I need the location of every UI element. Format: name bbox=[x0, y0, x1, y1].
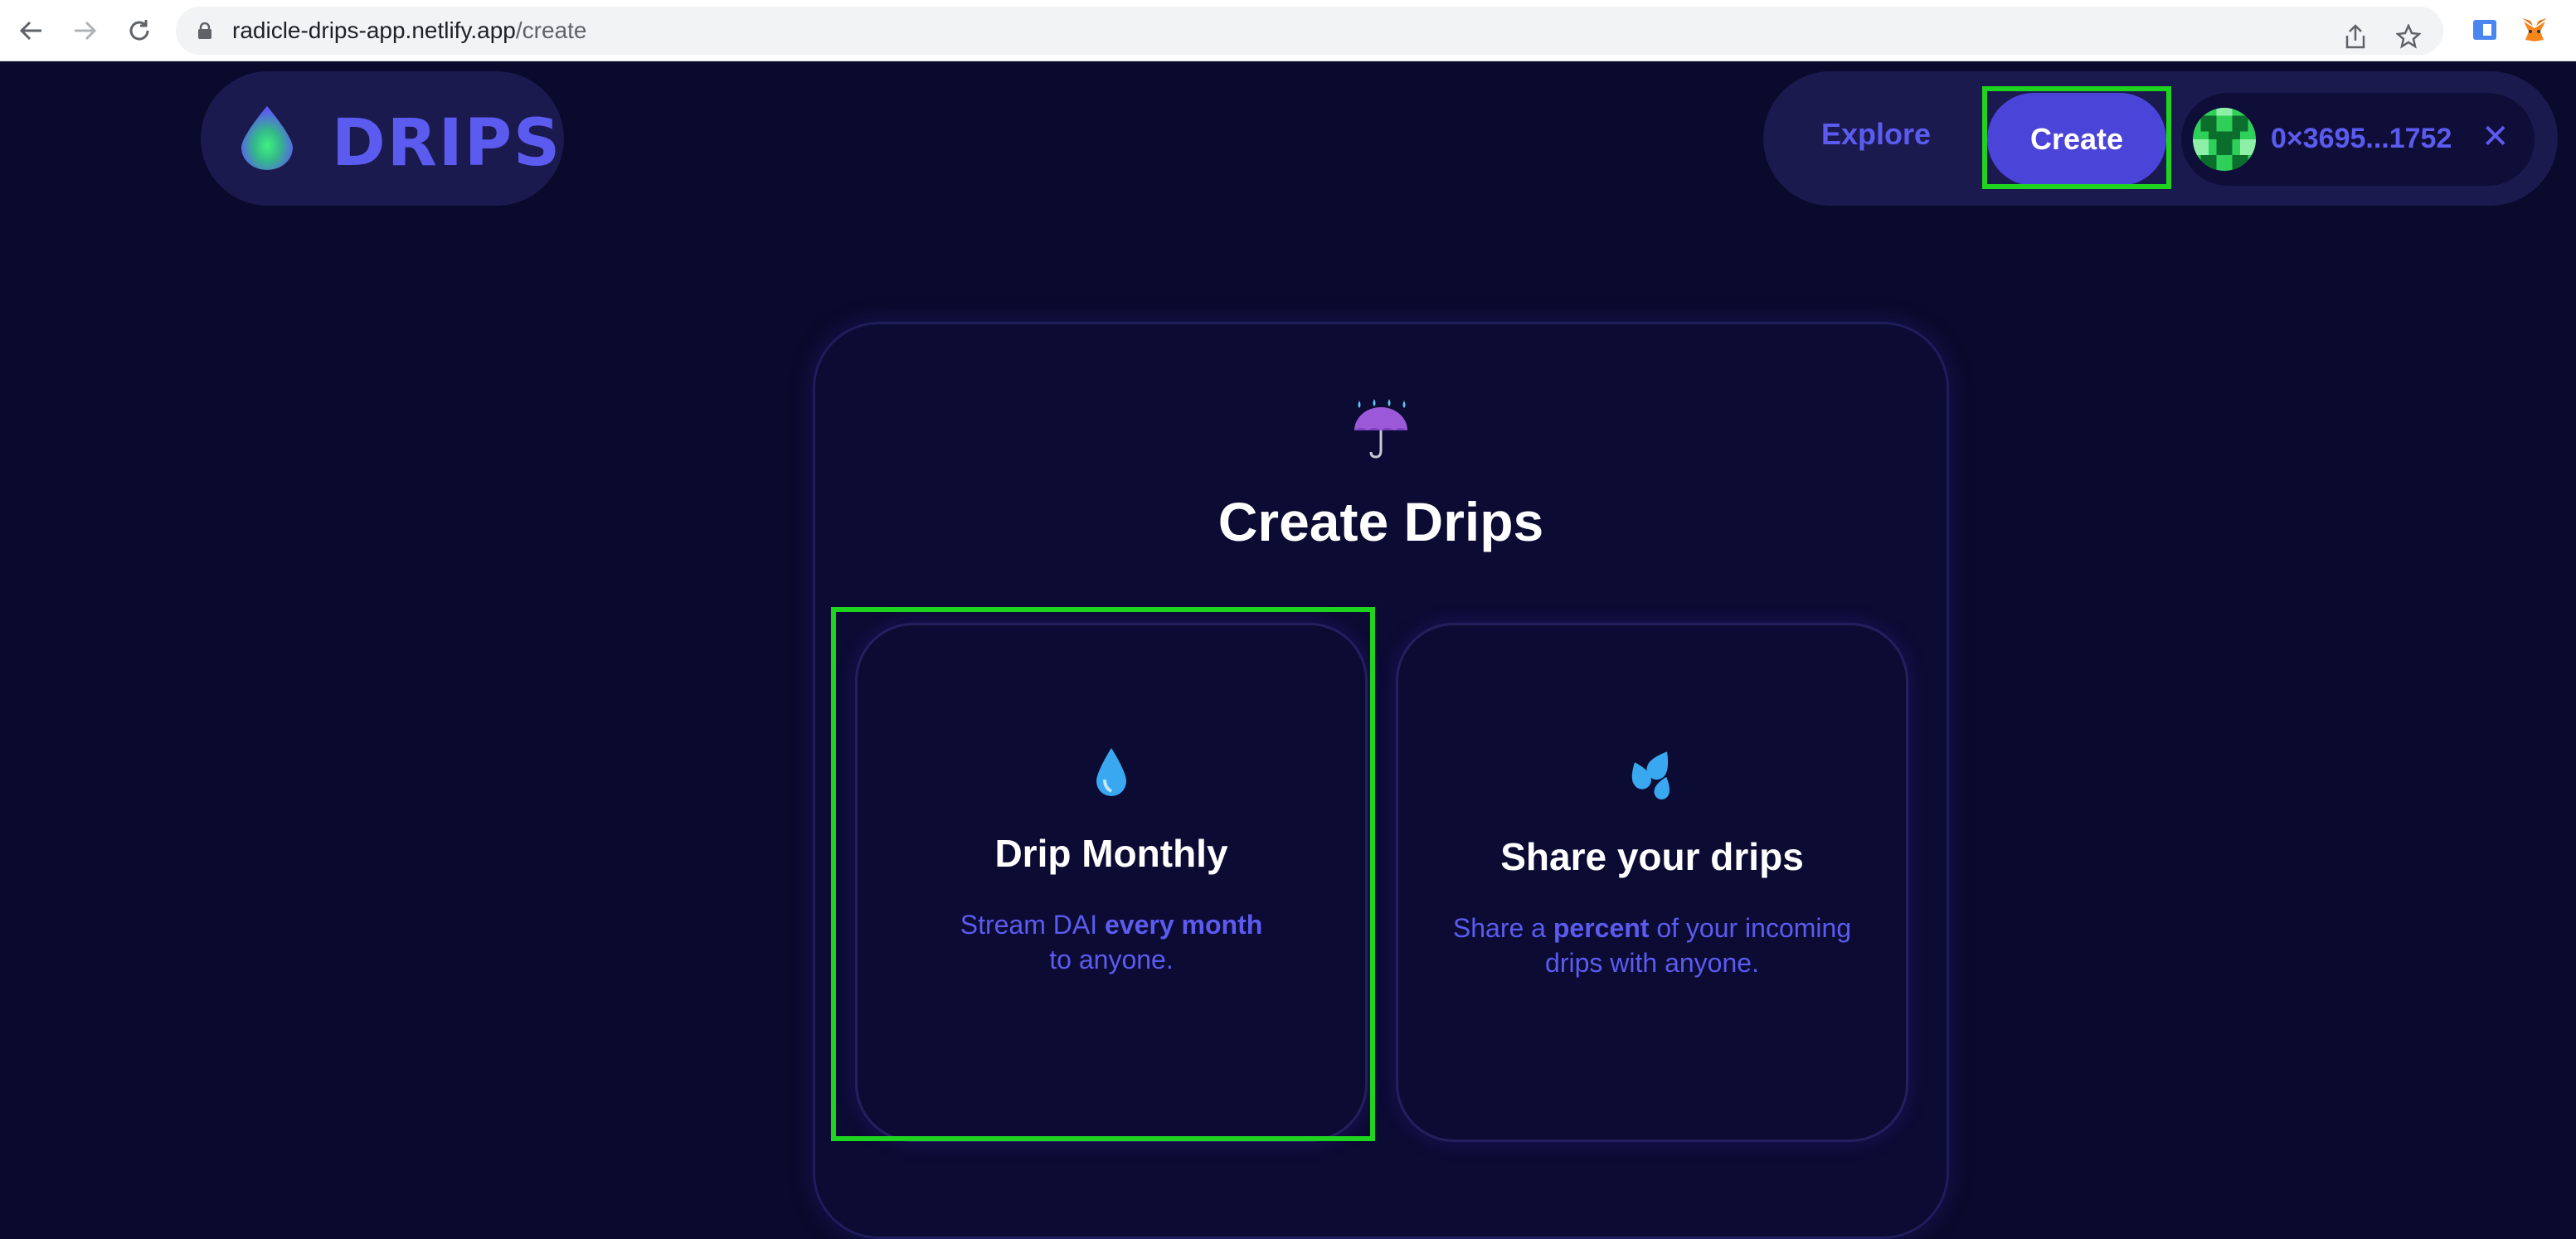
logo-home-link[interactable]: DRIPS bbox=[201, 71, 564, 206]
option-title: Share your drips bbox=[1500, 835, 1804, 878]
bookmark-star-icon[interactable] bbox=[2392, 20, 2425, 53]
sweat-droplets-icon bbox=[1398, 746, 1906, 806]
share-icon[interactable] bbox=[2339, 20, 2372, 53]
address-bar[interactable]: radicle-drips-app.netlify.app/create bbox=[176, 7, 2443, 55]
url-host: radicle-drips-app.netlify.app bbox=[232, 17, 516, 43]
avatar bbox=[2193, 108, 2256, 171]
close-icon[interactable]: ✕ bbox=[2481, 118, 2510, 156]
option-desc-emphasis: percent bbox=[1553, 913, 1650, 943]
back-icon[interactable] bbox=[15, 14, 48, 47]
url-text: radicle-drips-app.netlify.app/create bbox=[232, 17, 587, 44]
wallet-connected-pill[interactable]: 0×3695...1752 ✕ bbox=[2181, 93, 2535, 186]
wallet-address: 0×3695...1752 bbox=[2271, 123, 2452, 154]
share-drips-card[interactable]: Share your drips Share a percent of your… bbox=[1396, 623, 1908, 1142]
reload-icon[interactable] bbox=[123, 14, 156, 47]
metamask-fox-icon[interactable] bbox=[2518, 13, 2551, 46]
extension-icon[interactable] bbox=[2468, 13, 2501, 46]
explore-link[interactable]: Explore bbox=[1821, 117, 1931, 152]
page-title: Create Drips bbox=[1218, 491, 1544, 552]
logo-wordmark: DRIPS bbox=[332, 106, 562, 181]
option-description: Share a percent of your incoming drips w… bbox=[1431, 911, 1873, 980]
browser-toolbar: radicle-drips-app.netlify.app/create bbox=[0, 0, 2576, 61]
lock-icon bbox=[198, 22, 211, 39]
drip-logo-icon bbox=[241, 106, 293, 170]
option-desc-text: Share a bbox=[1452, 913, 1553, 943]
top-nav: Explore Create 0×3695...1752 ✕ bbox=[1763, 71, 2558, 206]
umbrella-rain-icon bbox=[1354, 399, 1407, 459]
url-path: /create bbox=[515, 17, 587, 43]
drip-monthly-highlight-box bbox=[831, 607, 1375, 1141]
create-highlight-box bbox=[1982, 86, 2171, 189]
forward-icon[interactable] bbox=[68, 14, 101, 47]
